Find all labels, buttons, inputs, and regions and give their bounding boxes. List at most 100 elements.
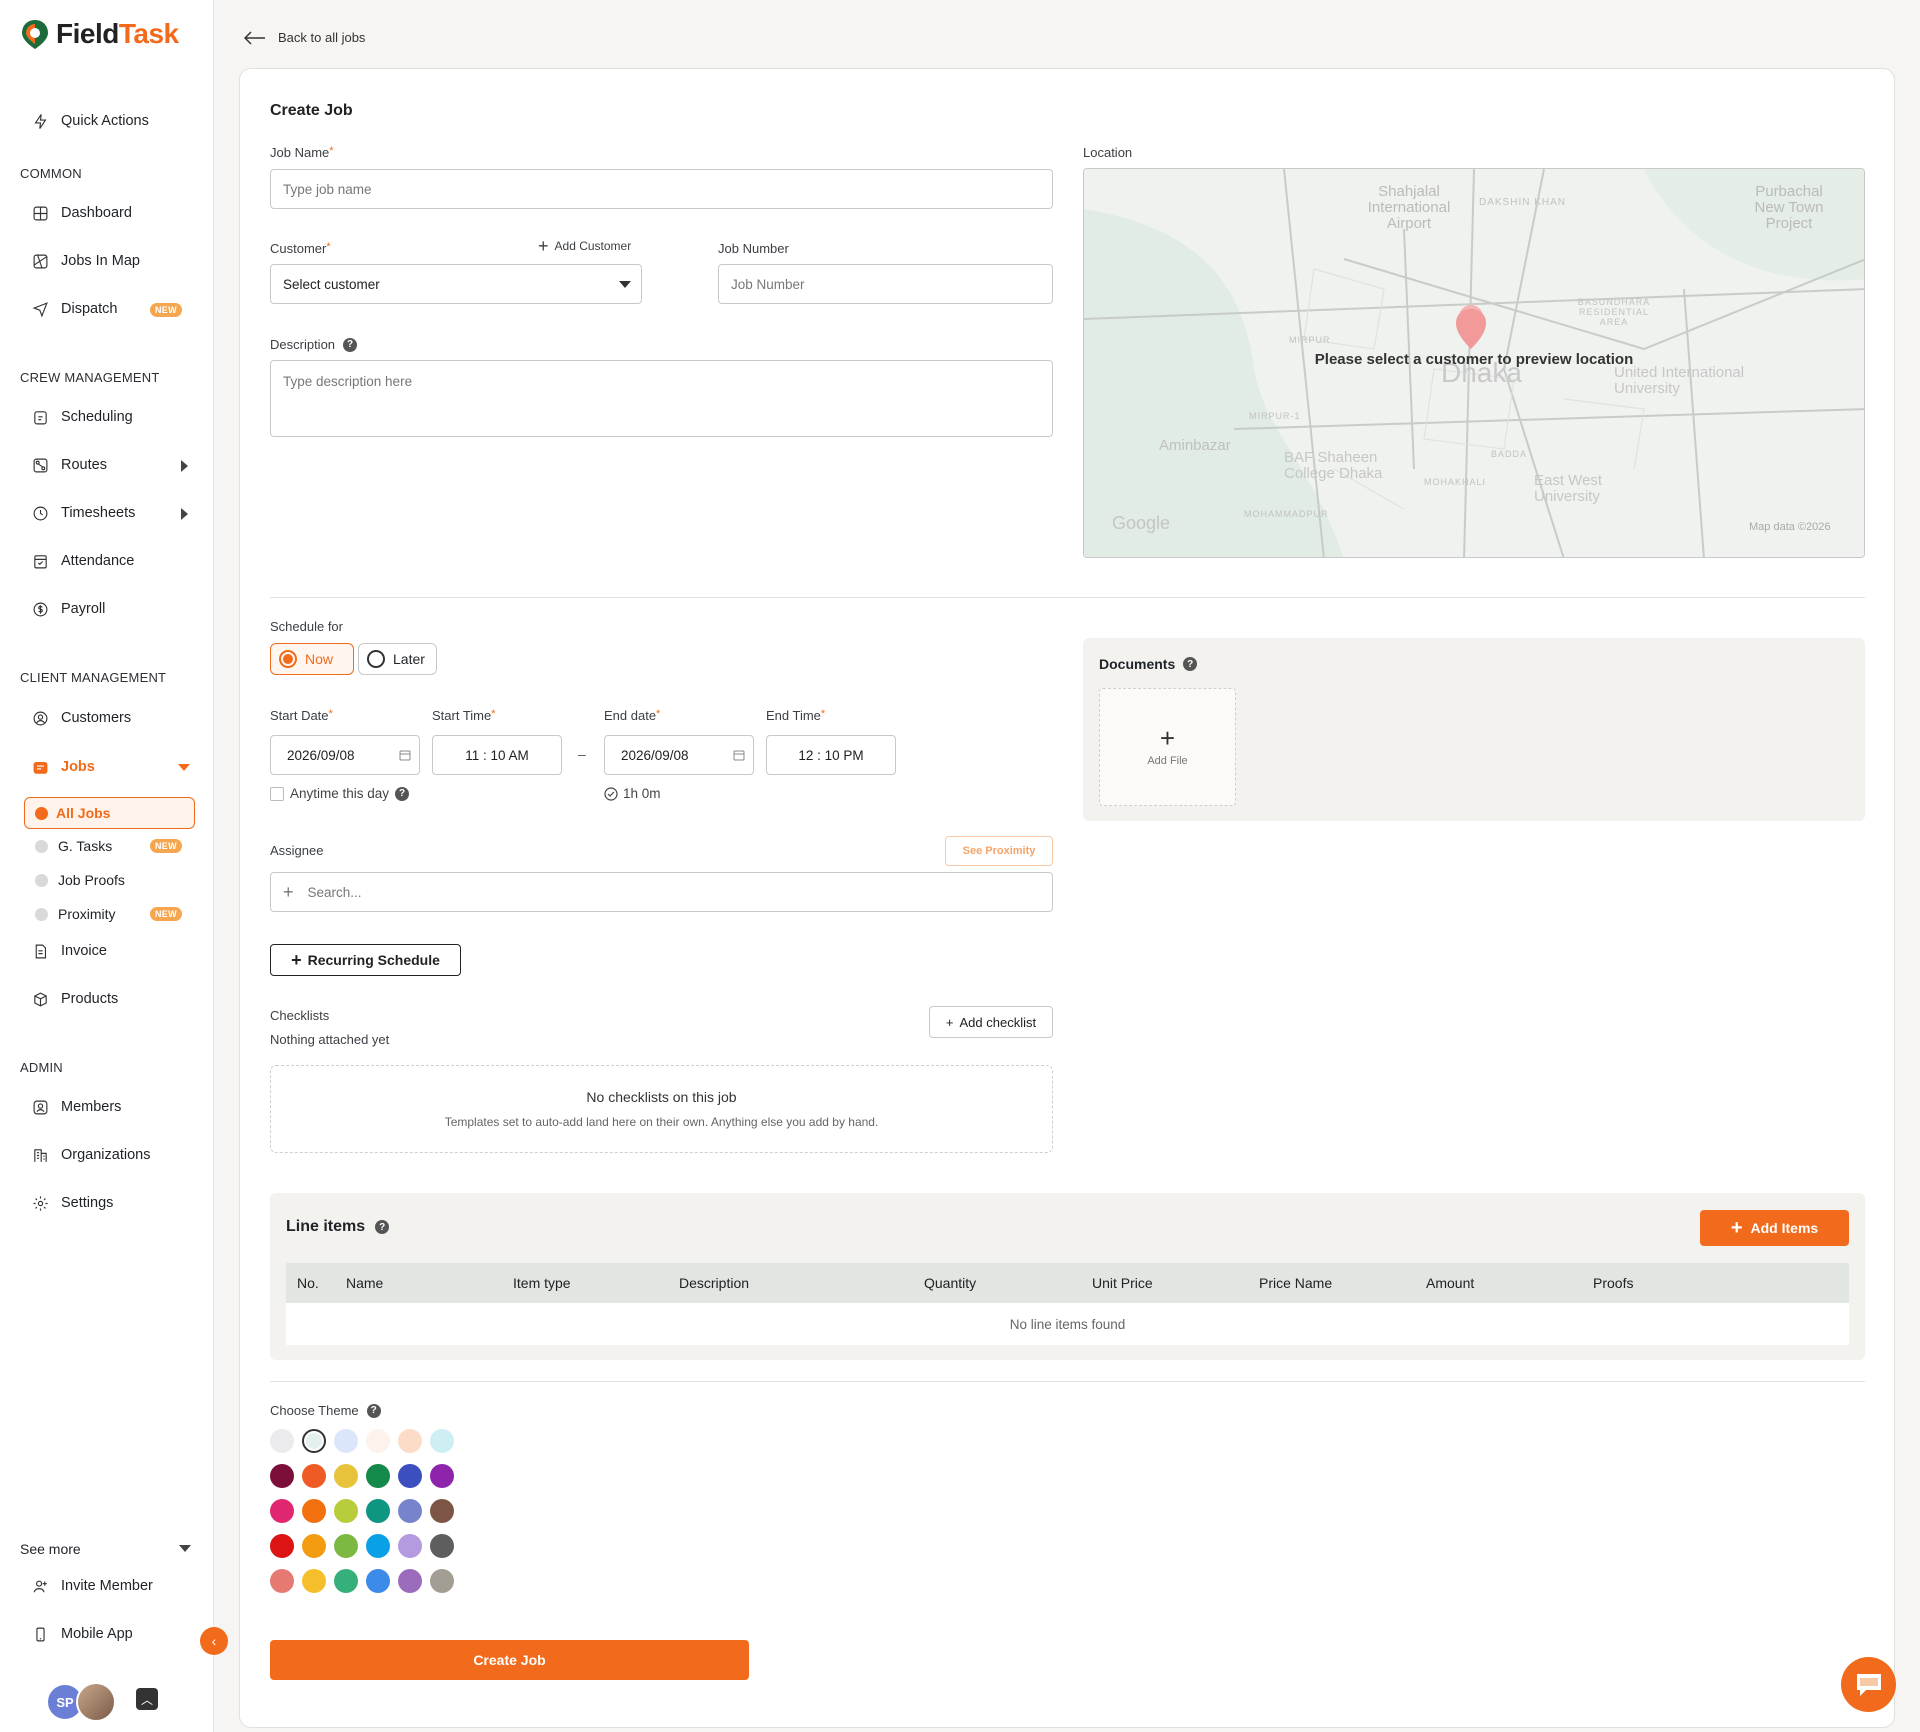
avatar-photo[interactable] — [76, 1682, 116, 1722]
sidebar-item-jobs-in-map[interactable]: Jobs In Map — [31, 252, 140, 270]
chevron-right-icon[interactable] — [181, 460, 188, 472]
chevron-down-icon — [619, 280, 631, 288]
sidebar-item-all-jobs[interactable]: All Jobs — [24, 797, 195, 829]
theme-swatch[interactable] — [270, 1429, 294, 1453]
add-items-button[interactable]: + Add Items — [1700, 1210, 1849, 1246]
customer-select[interactable]: Select customer — [270, 264, 642, 304]
schedule-now-radio[interactable]: Now — [270, 643, 354, 675]
sidebar-item-settings[interactable]: Settings — [31, 1194, 113, 1212]
theme-swatch[interactable] — [302, 1464, 326, 1488]
sidebar-item-proximity[interactable]: Proximity — [35, 906, 116, 922]
description-textarea[interactable]: Type description here — [270, 360, 1053, 437]
theme-swatch[interactable] — [366, 1569, 390, 1593]
chevron-down-icon[interactable] — [179, 1545, 191, 1552]
grid-icon — [31, 204, 49, 222]
add-file-button[interactable]: + Add File — [1099, 688, 1236, 806]
sidebar-item-jobs[interactable]: Jobs — [31, 758, 95, 776]
chevron-down-icon[interactable] — [178, 764, 190, 771]
sidebar-item-g-tasks[interactable]: G. Tasks — [35, 838, 112, 854]
see-proximity-button[interactable]: See Proximity — [945, 836, 1053, 866]
theme-swatch[interactable] — [398, 1464, 422, 1488]
help-icon[interactable]: ? — [343, 337, 358, 352]
schedule-later-radio[interactable]: Later — [358, 643, 437, 675]
end-time-input[interactable]: 12 : 10 PM — [766, 735, 896, 775]
sidebar-item-invite-member[interactable]: Invite Member — [31, 1577, 153, 1595]
help-icon[interactable]: ? — [375, 1220, 390, 1234]
see-more[interactable]: See more — [20, 1541, 81, 1557]
theme-swatch[interactable] — [334, 1569, 358, 1593]
radio-icon — [279, 650, 297, 668]
end-date-input[interactable]: 2026/09/08 — [604, 735, 754, 775]
sidebar-item-organizations[interactable]: Organizations — [31, 1146, 150, 1164]
job-name-input[interactable]: Type job name — [270, 169, 1053, 209]
no-checklists-title: No checklists on this job — [586, 1089, 737, 1105]
job-number-input[interactable]: Job Number — [718, 264, 1053, 304]
theme-swatch[interactable] — [398, 1499, 422, 1523]
location-map[interactable]: Shahjalal International Airport DAKSHIN … — [1083, 168, 1865, 558]
collapse-sidebar-button[interactable]: ‹ — [200, 1627, 228, 1655]
sidebar-item-customers[interactable]: Customers — [31, 709, 131, 727]
theme-swatch[interactable] — [398, 1534, 422, 1558]
theme-swatch[interactable] — [270, 1534, 294, 1558]
chevron-right-icon[interactable] — [181, 508, 188, 520]
theme-swatch[interactable] — [366, 1429, 390, 1453]
theme-swatch[interactable] — [334, 1534, 358, 1558]
theme-swatch[interactable] — [270, 1499, 294, 1523]
sidebar-item-label: Timesheets — [61, 505, 136, 521]
theme-swatch[interactable] — [366, 1534, 390, 1558]
start-date-label: Start Date* — [270, 708, 333, 723]
theme-swatch[interactable] — [430, 1534, 454, 1558]
sidebar-item-invoice[interactable]: Invoice — [31, 942, 107, 960]
help-icon[interactable]: ? — [1183, 657, 1198, 671]
start-date-input[interactable]: 2026/09/08 — [270, 735, 420, 775]
theme-swatch[interactable] — [366, 1499, 390, 1523]
sidebar-item-products[interactable]: Products — [31, 990, 118, 1008]
gear-icon — [31, 1194, 49, 1212]
theme-swatch[interactable] — [430, 1429, 454, 1453]
sidebar-item-dashboard[interactable]: Dashboard — [31, 204, 132, 222]
sidebar-item-routes[interactable]: Routes — [31, 456, 107, 474]
chevron-up-icon[interactable]: ︿ — [136, 1688, 158, 1710]
theme-swatch[interactable] — [398, 1569, 422, 1593]
sidebar-item-timesheets[interactable]: Timesheets — [31, 504, 135, 522]
theme-swatch[interactable] — [302, 1534, 326, 1558]
sidebar-item-dispatch[interactable]: Dispatch — [31, 300, 117, 318]
theme-swatch[interactable] — [430, 1464, 454, 1488]
sidebar-item-members[interactable]: Members — [31, 1098, 121, 1116]
user-icon — [31, 1098, 49, 1116]
sidebar-item-label: Products — [61, 991, 119, 1007]
sidebar-item-scheduling[interactable]: Scheduling — [31, 408, 133, 426]
theme-swatch[interactable] — [302, 1429, 326, 1453]
theme-swatch[interactable] — [366, 1464, 390, 1488]
start-time-input[interactable]: 11 : 10 AM — [432, 735, 562, 775]
theme-swatch[interactable] — [270, 1569, 294, 1593]
theme-swatch[interactable] — [430, 1499, 454, 1523]
add-checklist-button[interactable]: + Add checklist — [929, 1006, 1053, 1038]
theme-swatch[interactable] — [334, 1429, 358, 1453]
sidebar-item-quick-actions[interactable]: Quick Actions — [31, 112, 149, 130]
anytime-checkbox[interactable]: Anytime this day ? — [270, 786, 410, 801]
recurring-schedule-button[interactable]: + Recurring Schedule — [270, 944, 461, 976]
theme-swatch[interactable] — [398, 1429, 422, 1453]
theme-swatch[interactable] — [302, 1499, 326, 1523]
assignee-search-input[interactable]: + Search... — [270, 872, 1053, 912]
theme-swatch[interactable] — [334, 1464, 358, 1488]
sidebar-item-payroll[interactable]: Payroll — [31, 600, 105, 618]
chat-button[interactable] — [1841, 1657, 1896, 1712]
create-job-button[interactable]: Create Job — [270, 1640, 749, 1680]
schedule-label: Schedule for — [270, 619, 343, 634]
help-icon[interactable]: ? — [366, 1403, 381, 1418]
sidebar-item-job-proofs[interactable]: Job Proofs — [35, 872, 125, 888]
sidebar-item-mobile-app[interactable]: Mobile App — [31, 1625, 133, 1643]
add-customer-button[interactable]: + Add Customer — [538, 237, 631, 255]
theme-swatch[interactable] — [302, 1569, 326, 1593]
section-divider — [270, 597, 1865, 598]
sidebar-item-attendance[interactable]: Attendance — [31, 552, 134, 570]
theme-swatch[interactable] — [334, 1499, 358, 1523]
back-to-jobs-link[interactable]: Back to all jobs — [244, 30, 365, 45]
theme-swatch[interactable] — [430, 1569, 454, 1593]
brand-logo[interactable]: FieldTask — [20, 18, 179, 50]
arrow-left-icon — [244, 30, 265, 45]
help-icon[interactable]: ? — [395, 786, 410, 801]
theme-swatch[interactable] — [270, 1464, 294, 1488]
